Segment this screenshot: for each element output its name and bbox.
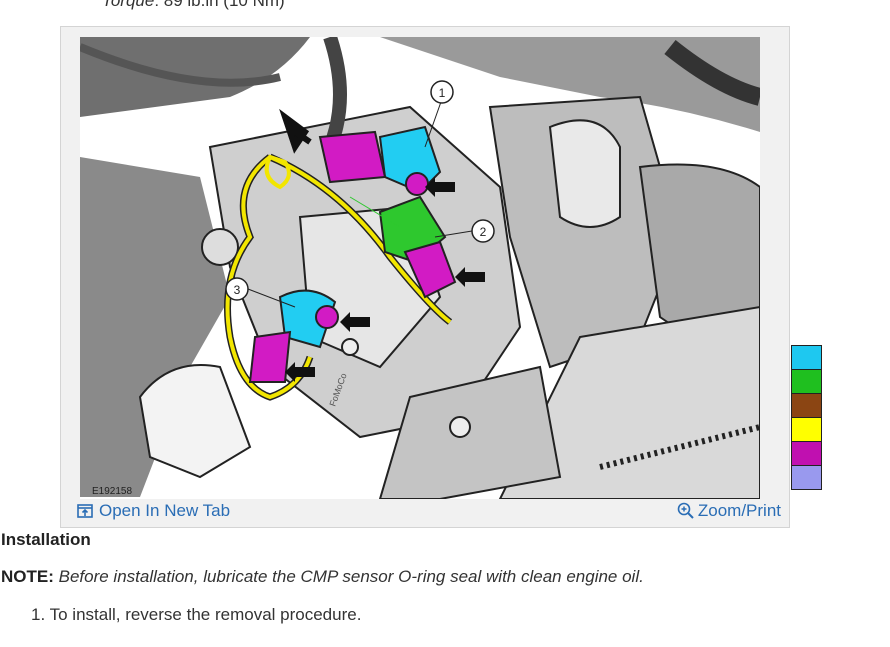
torque-spec: Torque: 89 lb.in (10 Nm) [102, 0, 285, 11]
figure-id: E192158 [92, 486, 133, 497]
open-new-tab-icon [77, 504, 93, 518]
open-in-new-tab-label: Open In New Tab [99, 501, 231, 520]
zoom-print-label: Zoom/Print [697, 501, 781, 520]
installation-step: 1. To install, reverse the removal proce… [31, 605, 361, 625]
torque-label: Torque [102, 0, 155, 10]
zoom-print-link[interactable]: Zoom/Print [677, 501, 781, 521]
legend-swatch-brown [791, 393, 822, 418]
color-legend [791, 345, 822, 490]
note-label: NOTE: [1, 567, 54, 586]
torque-value: : 89 lb.in (10 Nm) [154, 0, 285, 10]
step-number: 1. [31, 605, 46, 624]
note-text: Before installation, lubricate the CMP s… [53, 567, 644, 586]
step-text: To install, reverse the removal procedur… [49, 605, 362, 624]
legend-swatch-magenta [791, 441, 822, 466]
installation-note: NOTE: Before installation, lubricate the… [1, 567, 644, 587]
figure-container: 1 2 3 FoMoCo E192158 Open In New Tab Zoo… [60, 26, 790, 528]
legend-swatch-yellow [791, 417, 822, 442]
callout-1: 1 [439, 86, 446, 100]
zoom-in-icon [677, 502, 695, 520]
open-in-new-tab-link[interactable]: Open In New Tab [77, 501, 230, 521]
legend-swatch-cyan [791, 345, 822, 370]
service-procedure-page: Torque: 89 lb.in (10 Nm) 1 2 3 FoMoCo E1… [0, 0, 890, 647]
installation-heading: Installation [1, 530, 91, 549]
legend-swatch-green [791, 369, 822, 394]
callout-3: 3 [234, 283, 241, 297]
legend-swatch-lavender [791, 465, 822, 490]
engine-illustration[interactable]: 1 2 3 FoMoCo E192158 [80, 37, 760, 499]
cmp-sensor-diagram: 1 2 3 FoMoCo [80, 37, 760, 499]
callout-2: 2 [480, 225, 487, 239]
